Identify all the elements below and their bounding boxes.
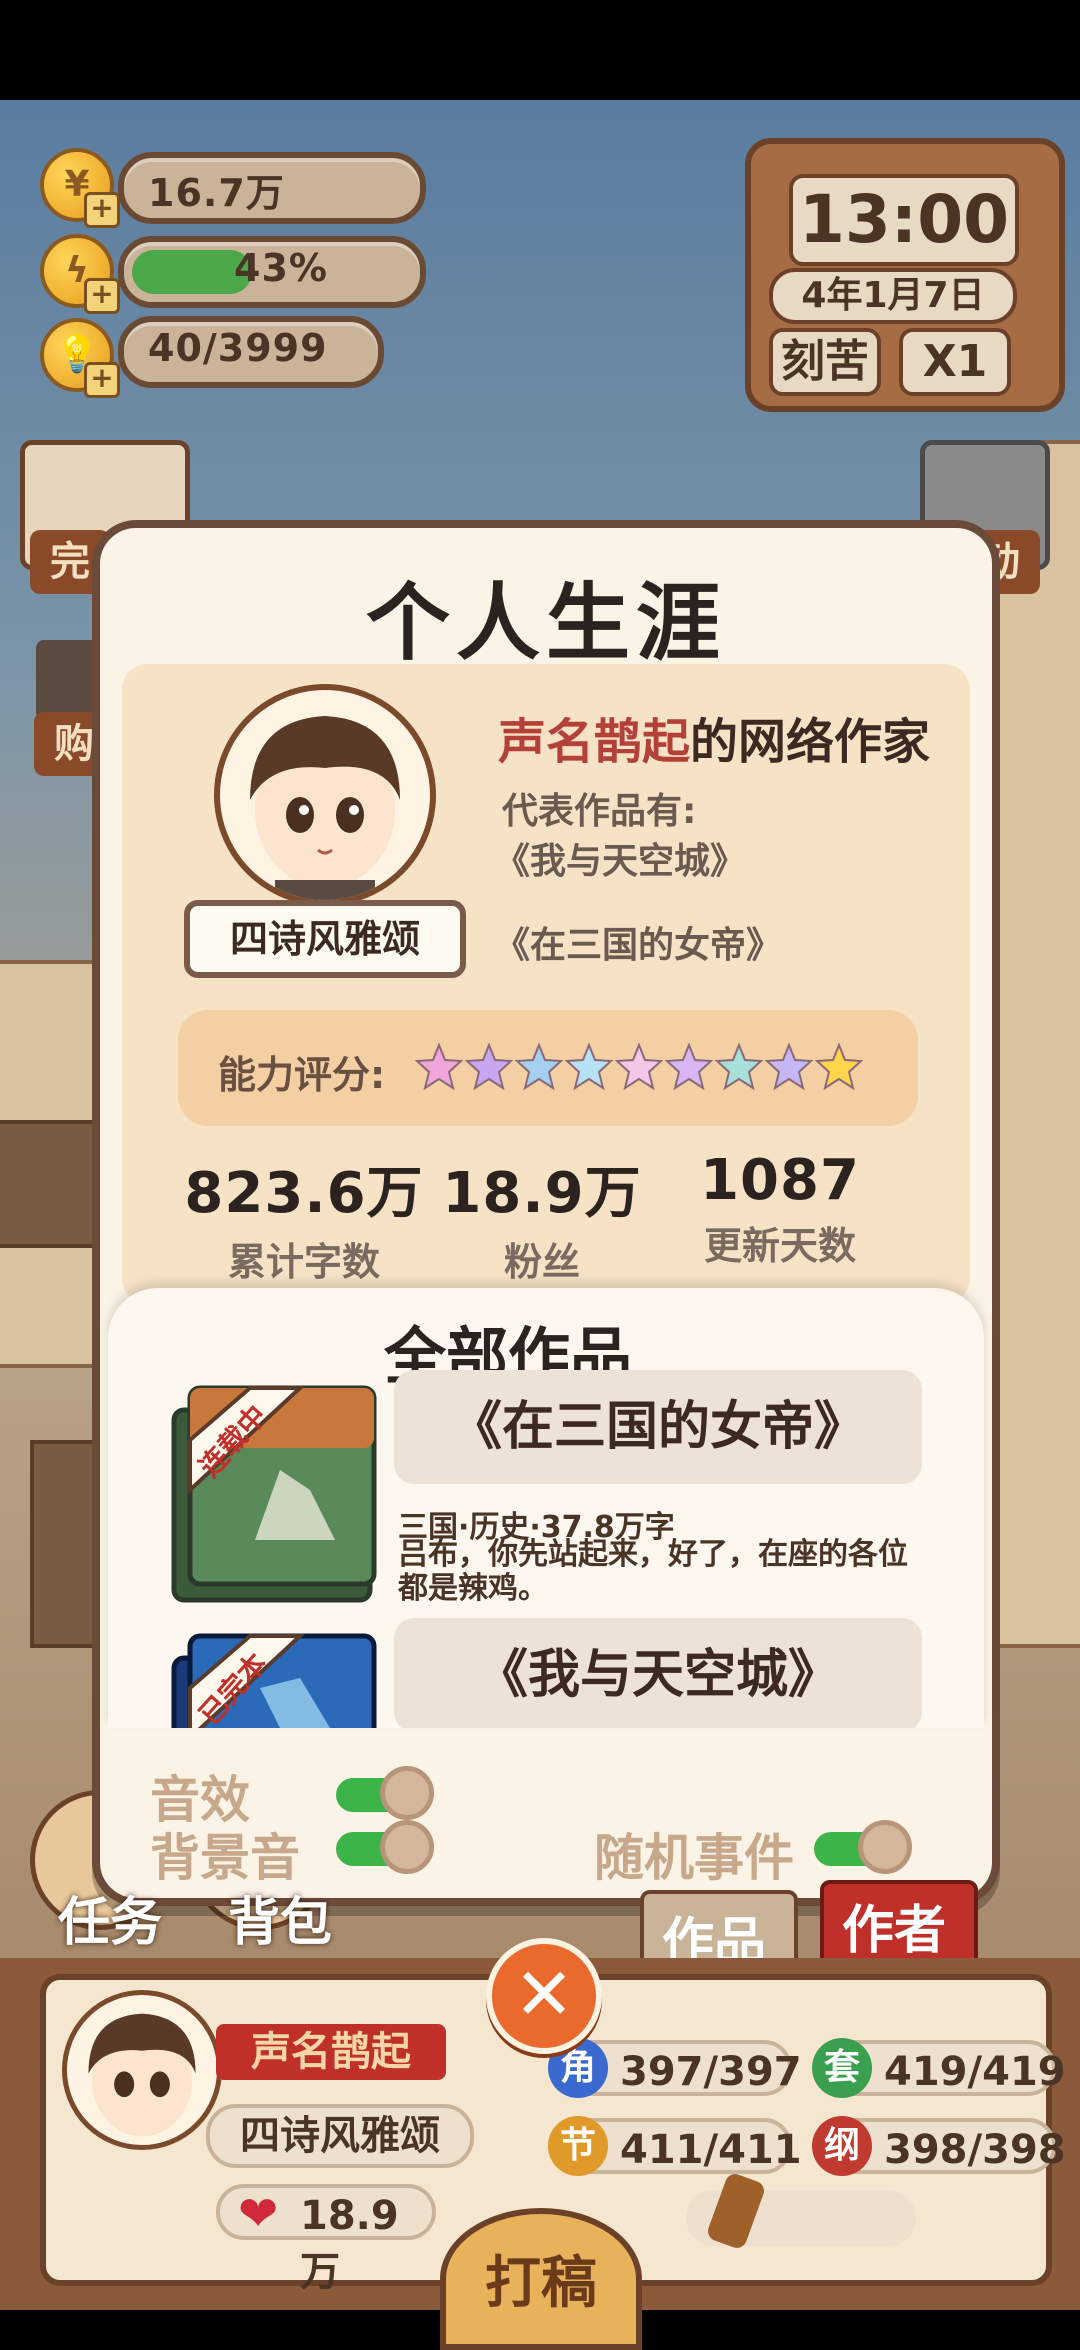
write-button[interactable]: 打稿 <box>440 2208 642 2350</box>
close-icon[interactable]: ✕ <box>486 1938 602 2054</box>
stat-fans: 18.9万 粉丝 <box>422 1148 662 1286</box>
pen-name-box: 四诗风雅颂 <box>184 900 466 978</box>
stat-pill-value: 419/419 <box>884 2049 1066 2095</box>
modal-title: 个人生涯 <box>365 574 726 672</box>
clock-time: 13:00 <box>789 174 1019 266</box>
rep-work-1: 《我与天空城》 <box>494 841 747 882</box>
badge-icon: 套 <box>812 2038 872 2098</box>
mode-button[interactable]: 刻苦 <box>769 328 881 396</box>
rep-works-label: 代表作品有: <box>502 791 697 832</box>
stat-label: 更新天数 <box>703 1224 856 1268</box>
coin-icon[interactable]: ¥ + <box>40 148 120 228</box>
bgm-toggle[interactable] <box>336 1820 434 1874</box>
write-button-label: 打稿 <box>485 2251 597 2316</box>
heart-icon: ❤ <box>238 2186 279 2242</box>
ability-label: 能力评分: <box>218 1053 386 1097</box>
pen-name-pill: 四诗风雅颂 <box>206 2104 474 2168</box>
author-title: 声名鹊起的网络作家 <box>498 702 930 772</box>
career-modal: 个人生涯 四诗风雅颂 声名鹊起的网络作家 代表作品有: 《我与天空城》 《在三国… <box>92 520 1000 1906</box>
work-description: 吕布，你先站起来，好了，在座的各位都是辣鸡。 <box>398 1537 908 1606</box>
star-icon <box>814 1042 864 1091</box>
sound-effects-toggle[interactable] <box>336 1766 434 1820</box>
energy-value: 43% <box>234 246 328 290</box>
book-cover[interactable]: 已完本 <box>160 1628 380 1728</box>
coins-bar: 16.7万 <box>118 152 426 224</box>
stat-update-days: 1087 更新天数 <box>660 1148 900 1270</box>
stat-pill-value: 398/398 <box>884 2127 1066 2173</box>
fans-value: 18.9万 <box>300 2193 399 2295</box>
star-icon <box>714 1042 764 1091</box>
stat-value: 823.6万 <box>184 1161 424 1226</box>
stat-pill: 角 397/397 <box>548 2038 802 2098</box>
stat-pill-value: 397/397 <box>620 2049 802 2095</box>
random-events-label: 随机事件 <box>594 1829 794 1887</box>
tab-author-label: 作者 <box>842 1901 947 1961</box>
coins-value: 16.7万 <box>148 171 285 215</box>
avatar[interactable] <box>62 1990 222 2150</box>
speed-button[interactable]: X1 <box>899 328 1011 396</box>
star-icon <box>764 1042 814 1091</box>
star-icon <box>564 1042 614 1091</box>
work-title[interactable]: 《在三国的女帝》 <box>394 1370 922 1484</box>
stat-value: 18.9万 <box>442 1161 642 1226</box>
author-rank: 声名鹊起 <box>498 714 691 770</box>
works-list[interactable]: 全部作品 连载中 《在三国的女帝》 三国·历史·37.8万字 吕布，你先站起来，… <box>108 1288 984 1728</box>
energy-bar: 43% <box>118 236 426 308</box>
stat-total-words: 823.6万 累计字数 <box>184 1148 424 1286</box>
fans-pill: ❤ 18.9万 <box>216 2184 436 2295</box>
badge-icon: 节 <box>548 2116 608 2176</box>
stat-label: 粉丝 <box>503 1240 580 1284</box>
star-icon <box>664 1042 714 1091</box>
work-title[interactable]: 《我与天空城》 <box>394 1618 922 1728</box>
badge-icon: 纲 <box>812 2116 872 2176</box>
stat-pill: 套 419/419 <box>812 2038 1066 2098</box>
clock-date: 4年1月7日 <box>769 268 1017 324</box>
random-events-toggle[interactable] <box>814 1820 912 1874</box>
tab-tasks[interactable]: 任务 <box>58 1880 162 1955</box>
star-icon <box>514 1042 564 1091</box>
inspiration-bar: 40/3999 <box>118 316 384 388</box>
toggle-knob <box>380 1820 434 1874</box>
stat-pill-value: 411/411 <box>620 2127 802 2173</box>
toggle-knob <box>380 1766 434 1820</box>
rep-work-2: 《在三国的女帝》 <box>494 925 783 966</box>
lightning-icon[interactable]: ϟ + <box>40 234 120 314</box>
profile-card: 四诗风雅颂 声名鹊起的网络作家 代表作品有: 《我与天空城》 《在三国的女帝》 … <box>122 664 970 1304</box>
stat-value: 1087 <box>700 1148 860 1213</box>
stat-label: 累计字数 <box>227 1240 380 1284</box>
inspiration-value: 40/3999 <box>148 326 328 370</box>
avatar <box>214 684 436 906</box>
ability-rating: 能力评分: <box>178 1010 918 1126</box>
bulb-icon[interactable]: 💡 + <box>40 318 120 398</box>
stat-pill: 纲 398/398 <box>812 2116 1066 2176</box>
game-clock: 13:00 4年1月7日 刻苦 X1 <box>745 138 1065 412</box>
star-icon <box>464 1042 514 1091</box>
book-cover[interactable]: 连载中 <box>160 1380 380 1610</box>
toggle-knob <box>858 1820 912 1874</box>
star-icon <box>614 1042 664 1091</box>
rank-banner: 声名鹊起 <box>216 2024 446 2080</box>
star-icon <box>414 1042 464 1091</box>
tab-bag[interactable]: 背包 <box>228 1880 332 1955</box>
stat-pill: 节 411/411 <box>548 2116 802 2176</box>
author-rank-suffix: 的网络作家 <box>690 714 931 770</box>
